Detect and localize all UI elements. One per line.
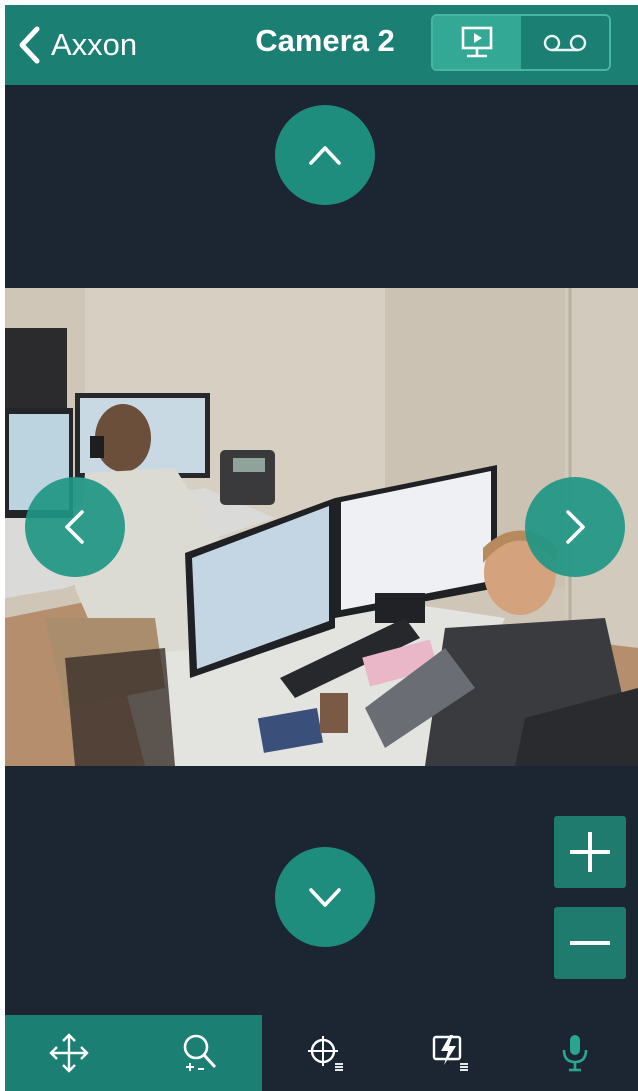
ptz-up-button[interactable] <box>275 105 375 205</box>
toolbar-active-section <box>5 1015 262 1091</box>
relay-lightning-icon <box>432 1035 468 1071</box>
chevron-left-icon <box>19 26 40 64</box>
ptz-down-button[interactable] <box>275 847 375 947</box>
minus-icon <box>570 941 610 945</box>
bottom-toolbar <box>5 1015 638 1091</box>
move-arrows-icon <box>49 1033 89 1073</box>
archive-mode-button[interactable] <box>521 16 609 69</box>
chevron-down-icon <box>309 888 341 907</box>
zoom-tool-button[interactable] <box>134 1015 263 1091</box>
mode-switch <box>431 14 611 71</box>
back-label: Axxon <box>51 27 138 62</box>
plus-icon <box>570 832 610 872</box>
back-button[interactable]: Axxon <box>17 19 137 71</box>
monitor-play-icon <box>461 26 493 57</box>
live-mode-button[interactable] <box>433 16 521 69</box>
zoom-magnifier-icon <box>183 1034 216 1071</box>
presets-button[interactable] <box>262 1015 387 1091</box>
chevron-left-icon <box>65 510 84 544</box>
toolbar-rest-section <box>262 1015 638 1091</box>
ptz-left-button[interactable] <box>25 477 125 577</box>
zoom-out-button[interactable] <box>554 907 626 979</box>
relay-button[interactable] <box>387 1015 512 1091</box>
ptz-right-button[interactable] <box>525 477 625 577</box>
chevron-up-icon <box>309 146 341 165</box>
voicemail-tape-icon <box>543 34 587 51</box>
microphone-icon <box>563 1035 588 1072</box>
move-tool-button[interactable] <box>5 1015 134 1091</box>
microphone-button[interactable] <box>513 1015 638 1091</box>
page-title: Camera 2 <box>255 23 395 58</box>
camera-screen: Axxon Camera 2 <box>5 5 638 1091</box>
header-bar: Axxon Camera 2 <box>5 5 638 85</box>
chevron-right-icon <box>566 510 585 544</box>
preset-crosshair-icon <box>307 1036 343 1071</box>
zoom-in-button[interactable] <box>554 816 626 888</box>
